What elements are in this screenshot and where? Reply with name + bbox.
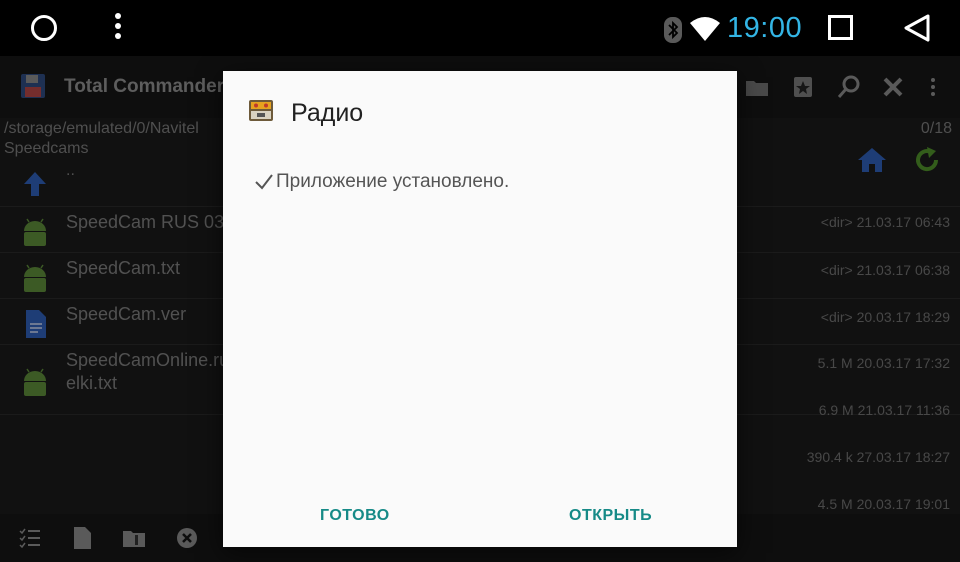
dialog-message: Приложение установлено. (276, 171, 510, 192)
checkmark-icon (255, 174, 273, 190)
back-nav-icon[interactable] (902, 13, 932, 43)
install-dialog: Радио Приложение установлено. ГОТОВО ОТК… (223, 71, 737, 547)
recents-nav-icon[interactable] (828, 15, 853, 40)
status-bar: 19:00 (0, 0, 960, 56)
wifi-icon (690, 17, 720, 41)
open-button[interactable]: ОТКРЫТЬ (569, 507, 652, 525)
clock: 19:00 (727, 12, 803, 44)
bluetooth-icon (664, 17, 682, 43)
dialog-title: Радио (291, 99, 364, 127)
menu-dots-icon[interactable] (114, 13, 122, 43)
radio-app-icon (249, 100, 273, 121)
home-nav-icon[interactable] (31, 15, 57, 41)
done-button[interactable]: ГОТОВО (320, 507, 390, 525)
